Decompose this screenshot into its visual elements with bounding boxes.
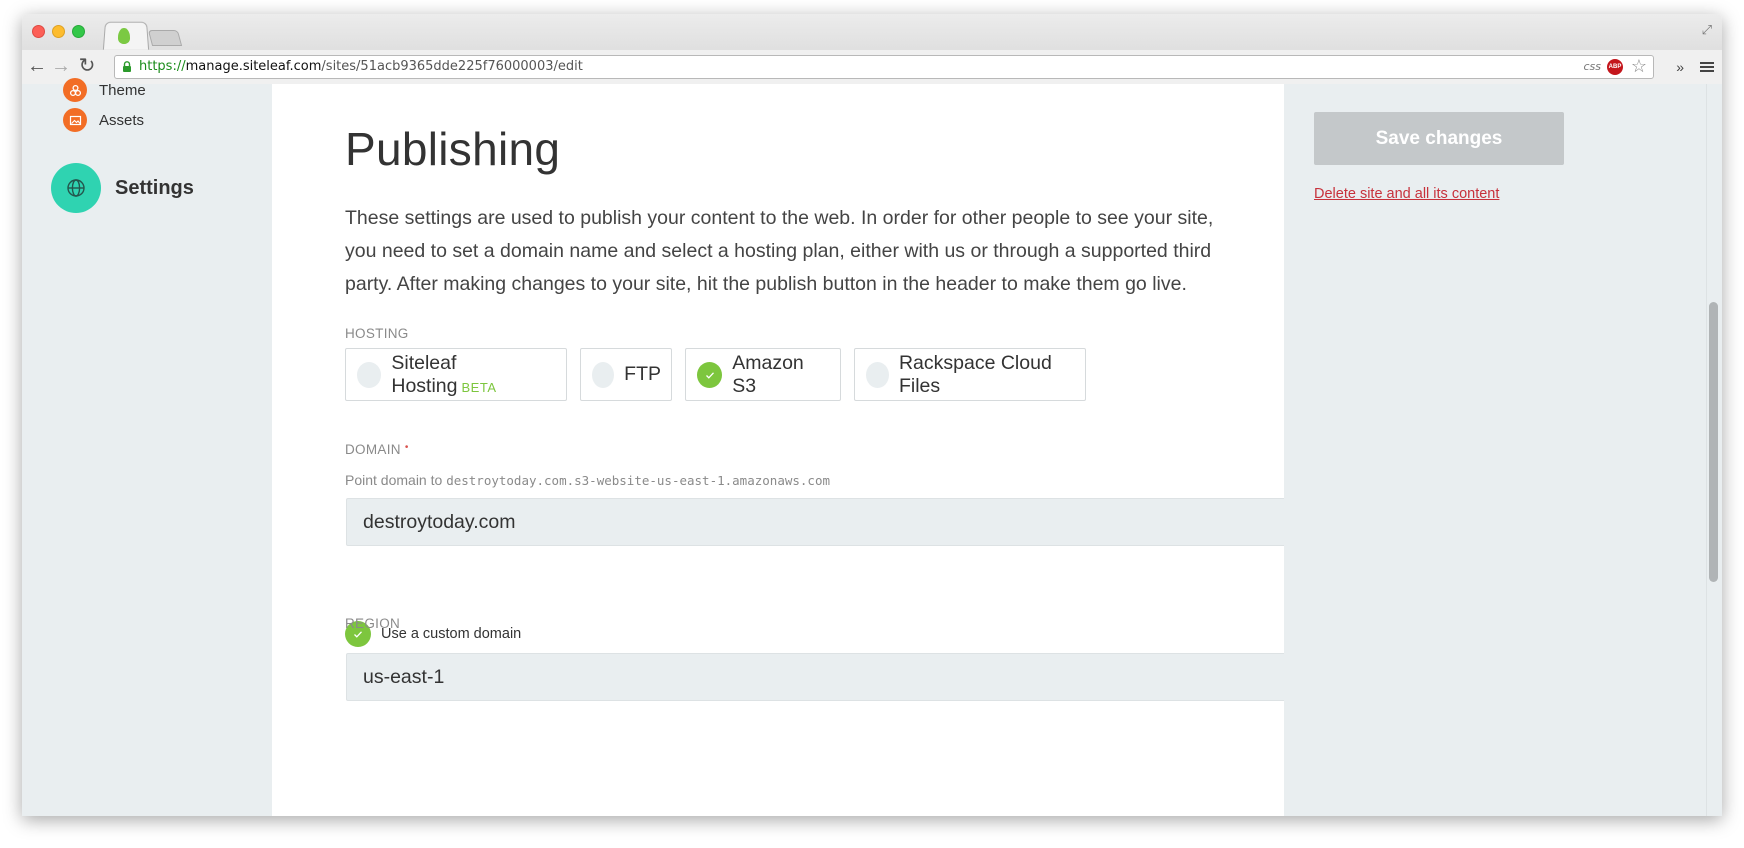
hosting-option-label: Rackspace Cloud Files <box>898 351 1052 397</box>
reload-icon[interactable]: ↻ <box>76 54 98 78</box>
url-path: /sites/51acb9365dde225f76000003/edit <box>321 59 583 74</box>
browser-chrome: ⤢ ← → ↻ https://manage.siteleaf.com/site… <box>22 14 1722 84</box>
radio-unchecked-icon[interactable] <box>866 361 889 388</box>
publishing-panel: Publishing These settings are used to pu… <box>272 84 1312 816</box>
radio-unchecked-icon[interactable] <box>357 361 382 388</box>
url-text[interactable]: https://manage.siteleaf.com/sites/51acb9… <box>139 59 583 74</box>
scrollbar-track[interactable] <box>1706 84 1722 816</box>
url-host: manage.siteleaf.com <box>185 59 322 74</box>
actions-panel: Save changes Delete site and all its con… <box>1284 84 1722 816</box>
app-content: Theme Assets Settings Publishing These s… <box>22 78 1722 816</box>
forward-arrow-icon[interactable]: → <box>50 54 72 78</box>
sidebar-item-assets[interactable]: Assets <box>63 108 144 132</box>
domain-label: DOMAIN • <box>345 442 409 457</box>
beta-badge: BETA <box>461 379 497 395</box>
url-scheme: https:// <box>139 59 186 74</box>
adblock-icon[interactable]: ABP <box>1607 59 1623 75</box>
page-title: Publishing <box>345 123 561 175</box>
checkmark-icon[interactable] <box>697 361 723 388</box>
traffic-lights <box>32 25 85 38</box>
zoom-window-button[interactable] <box>72 25 85 38</box>
hosting-options: Siteleaf Hosting BETA FTP Amazon S3 Racks… <box>345 348 1086 401</box>
domain-hint-prefix: Point domain to <box>345 472 443 488</box>
css-extension-icon[interactable]: css <box>1583 60 1601 73</box>
sidebar-item-label: Assets <box>99 111 145 129</box>
intro-text: These settings are used to publish your … <box>345 207 1214 295</box>
hosting-option-label: Amazon S3 <box>732 351 804 397</box>
save-button[interactable]: Save changes <box>1314 112 1564 165</box>
minimize-window-button[interactable] <box>52 25 65 38</box>
domain-input[interactable]: destroytoday.com <box>346 498 1312 546</box>
region-select[interactable]: us-east-1 <box>346 653 1312 701</box>
extensions-overflow-icon[interactable]: » <box>1676 59 1684 75</box>
sidebar-item-label: Theme <box>99 81 146 99</box>
sidebar-item-label: Settings <box>115 176 194 199</box>
region-label: REGION <box>345 616 401 631</box>
browser-toolbar: ← → ↻ https://manage.siteleaf.com/sites/… <box>22 50 1722 84</box>
domain-hint: Point domain to destroytoday.com.s3-webs… <box>345 472 830 488</box>
hosting-option-ftp[interactable]: FTP <box>580 348 672 401</box>
fullscreen-icon[interactable]: ⤢ <box>1702 22 1712 38</box>
close-window-button[interactable] <box>32 25 45 38</box>
address-bar[interactable]: https://manage.siteleaf.com/sites/51acb9… <box>114 55 1654 79</box>
sidebar-item-settings[interactable]: Settings <box>51 163 194 213</box>
hosting-option-amazon-s3[interactable]: Amazon S3 <box>685 348 841 401</box>
browser-window: ⤢ ← → ↻ https://manage.siteleaf.com/site… <box>22 14 1722 816</box>
radio-unchecked-icon[interactable] <box>592 361 615 388</box>
globe-icon <box>51 163 101 213</box>
scrollbar-thumb[interactable] <box>1709 302 1718 582</box>
theme-icon <box>63 78 87 102</box>
lock-icon <box>123 61 131 72</box>
hosting-label: HOSTING <box>345 326 409 341</box>
sidebar: Theme Assets Settings <box>22 78 272 816</box>
bookmark-star-icon[interactable]: ☆ <box>1631 56 1647 77</box>
hosting-option-label: FTP <box>624 363 661 385</box>
new-tab-button[interactable] <box>147 30 183 46</box>
siteleaf-favicon-icon <box>118 28 130 44</box>
hosting-option-rackspace[interactable]: Rackspace Cloud Files <box>854 348 1086 401</box>
browser-menu-icon[interactable] <box>1700 62 1714 72</box>
back-arrow-icon[interactable]: ← <box>26 54 48 78</box>
sidebar-item-theme[interactable]: Theme <box>63 78 146 102</box>
hosting-option-siteleaf[interactable]: Siteleaf Hosting BETA <box>345 348 567 401</box>
delete-site-link[interactable]: Delete site and all its content <box>1314 186 1499 202</box>
hosting-option-name: Siteleaf Hosting <box>391 351 458 397</box>
domain-hint-target: destroytoday.com.s3-website-us-east-1.am… <box>446 473 830 488</box>
custom-domain-label: Use a custom domain <box>381 626 522 642</box>
required-mark: • <box>404 442 409 453</box>
image-icon <box>63 108 87 132</box>
domain-label-text: DOMAIN <box>345 442 401 457</box>
hosting-option-label: Siteleaf Hosting BETA <box>391 352 556 398</box>
